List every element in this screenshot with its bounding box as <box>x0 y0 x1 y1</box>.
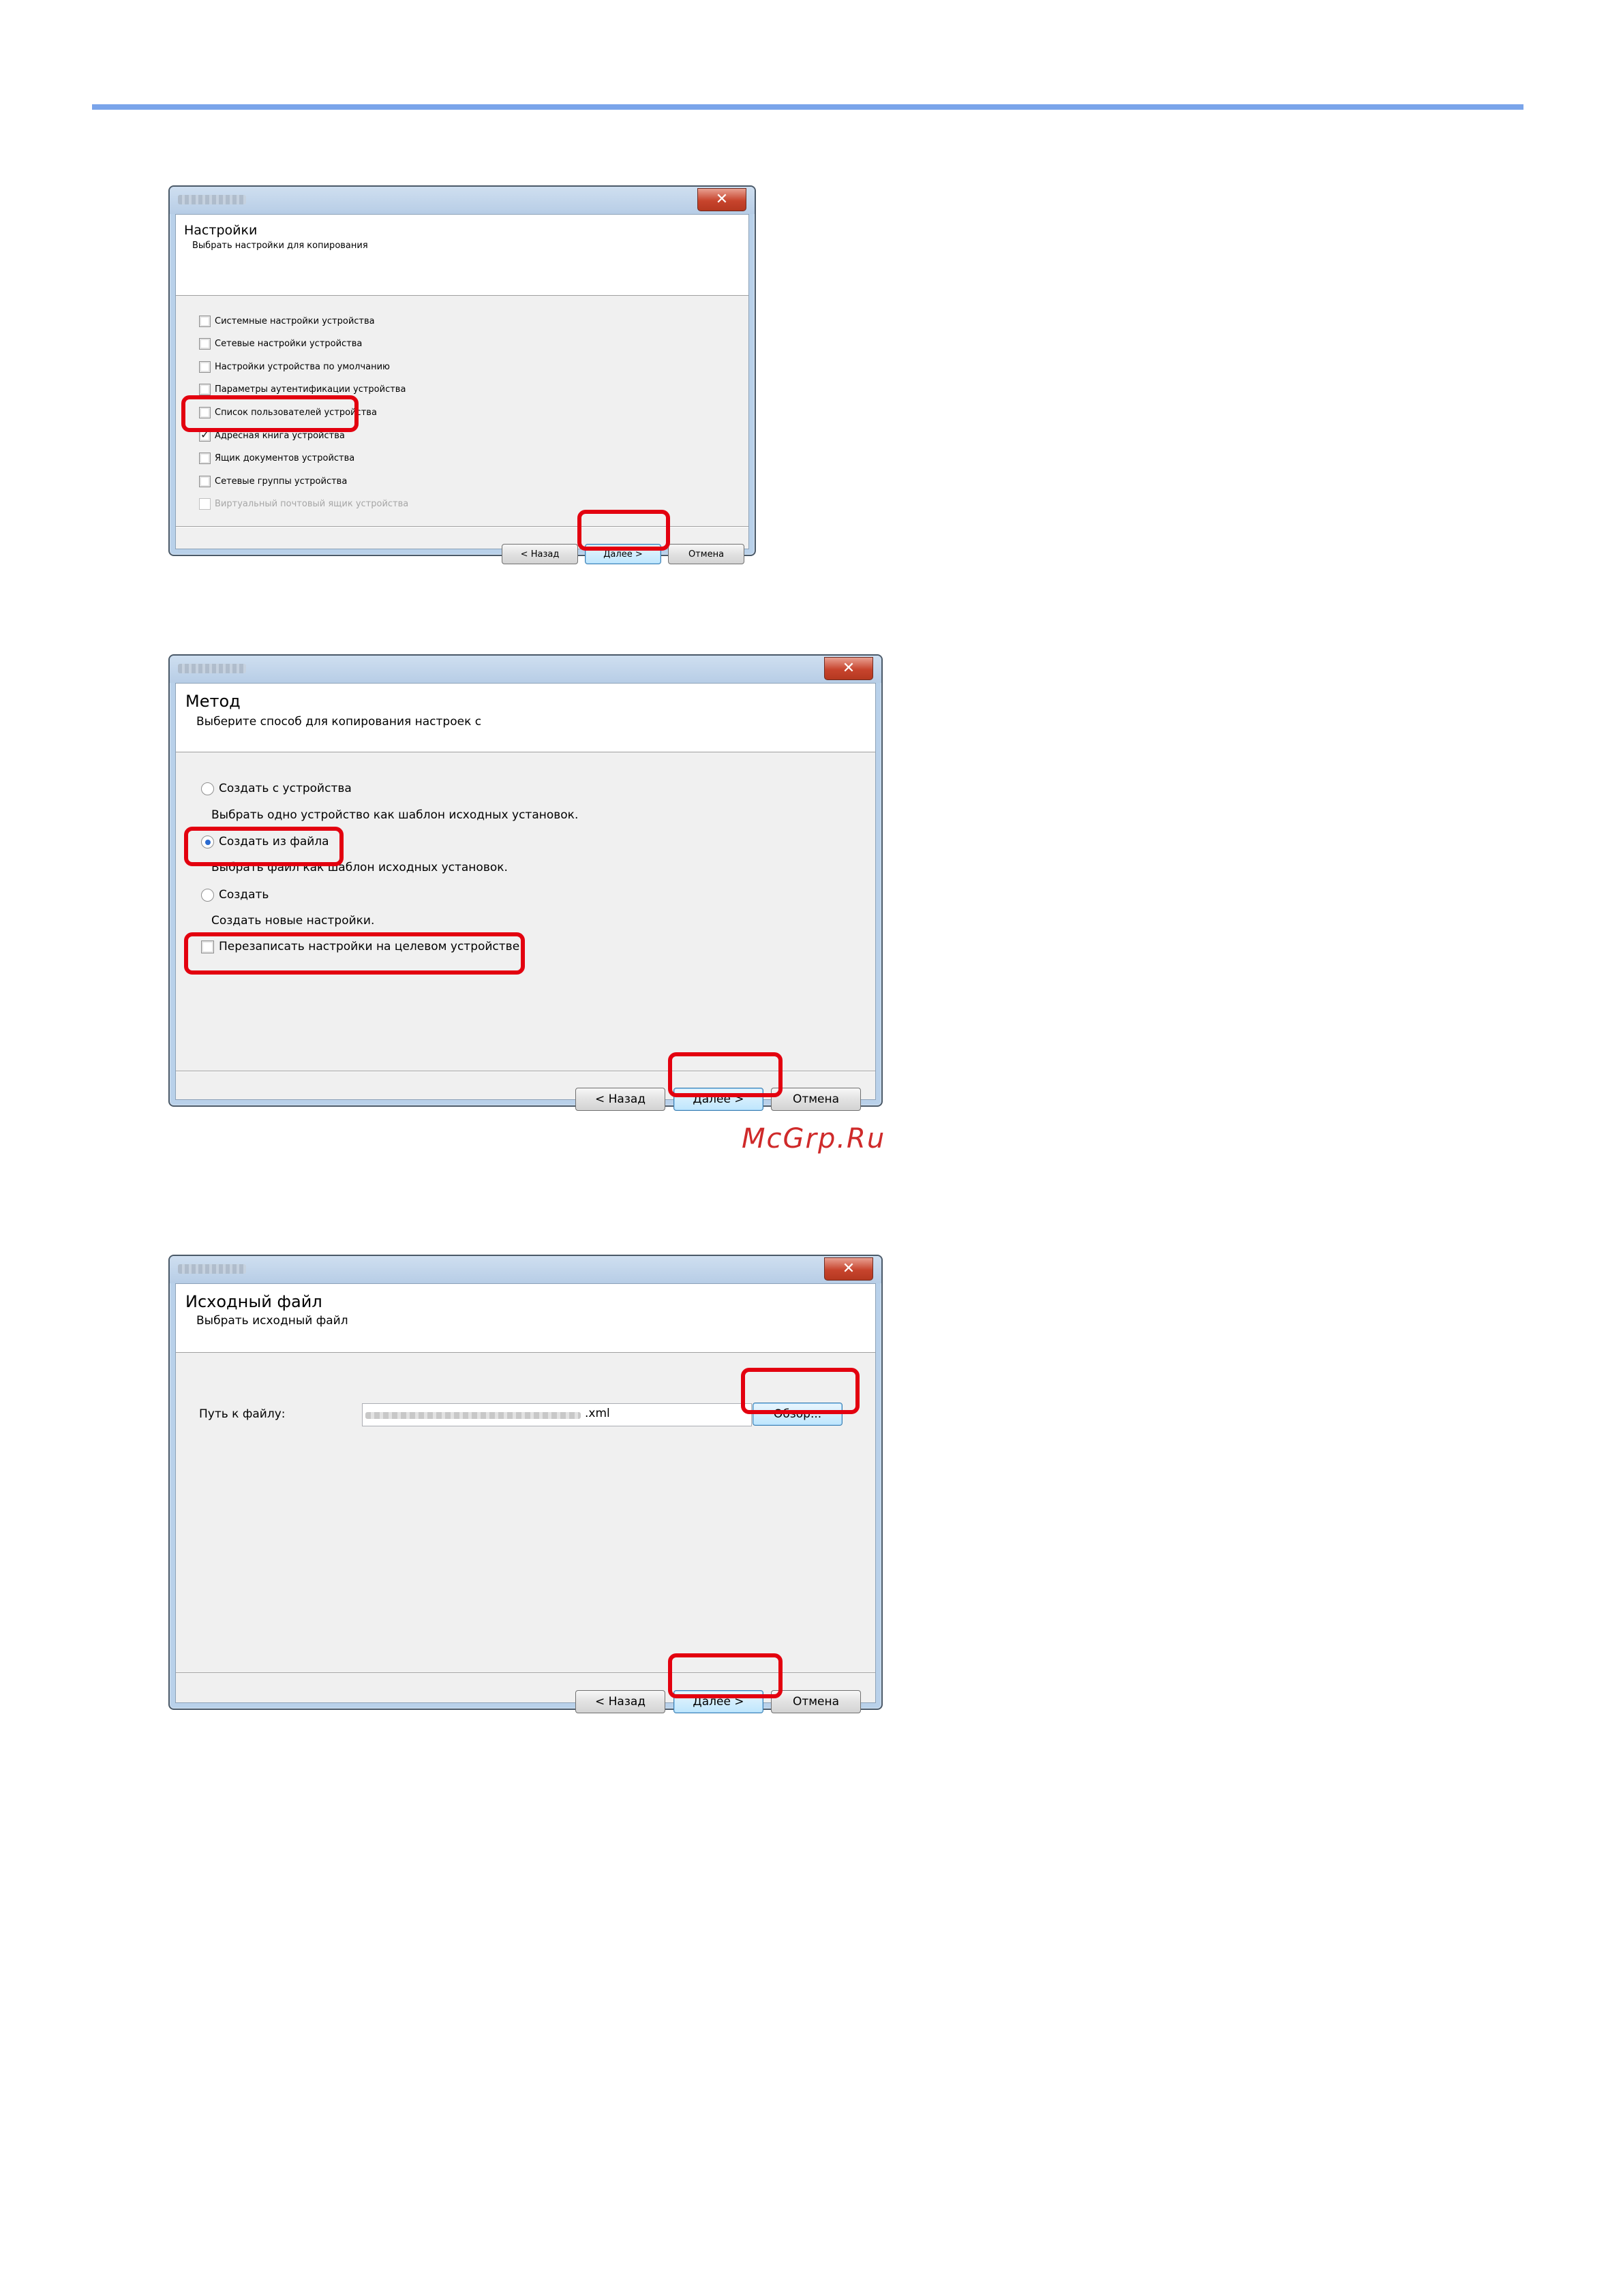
cancel-button[interactable]: Отмена <box>771 1088 861 1111</box>
dialog-subtitle: Выбрать настройки для копирования <box>192 241 368 251</box>
highlight-create-from-file <box>184 827 344 866</box>
close-button[interactable]: ✕ <box>824 657 873 680</box>
option-system-settings[interactable]: Системные настройки устройства <box>199 316 375 327</box>
back-button[interactable]: < Назад <box>575 1690 665 1713</box>
close-icon: ✕ <box>842 660 855 677</box>
option-label: Адресная книга устройства <box>215 431 345 441</box>
cancel-button[interactable]: Отмена <box>771 1690 861 1713</box>
back-button[interactable]: < Назад <box>575 1088 665 1111</box>
top-rule <box>92 104 1523 110</box>
checkbox[interactable] <box>199 361 211 373</box>
option-network-settings[interactable]: Сетевые настройки устройства <box>199 338 362 350</box>
highlight-address-book <box>181 395 359 432</box>
method-dialog: ✕ Метод Выберите способ для копирования … <box>168 654 883 1111</box>
dialog-title: Метод <box>185 692 241 711</box>
option-label: Виртуальный почтовый ящик устройства <box>215 499 409 509</box>
option-document-box[interactable]: Ящик документов устройства <box>199 453 354 464</box>
dialog-body: Метод Выберите способ для копирования на… <box>175 683 876 1111</box>
back-button[interactable]: < Назад <box>502 544 578 564</box>
dialog-subtitle: Выбрать исходный файл <box>196 1314 348 1328</box>
source-file-dialog: ✕ Исходный файл Выбрать исходный файл Пу… <box>168 1255 883 1713</box>
dialog-title: Исходный файл <box>185 1292 322 1311</box>
radio-button[interactable] <box>201 888 214 902</box>
dialog-body: Исходный файл Выбрать исходный файл Путь… <box>175 1283 876 1713</box>
option-label: Ящик документов устройства <box>215 453 355 463</box>
option-label: Сетевые настройки устройства <box>215 339 363 349</box>
window-title-blurred <box>178 664 246 673</box>
option-network-groups[interactable]: Сетевые группы устройства <box>199 476 347 487</box>
file-path-field[interactable]: .xml <box>362 1403 752 1426</box>
highlight-next-button <box>577 510 670 551</box>
title-bar[interactable]: ✕ <box>170 656 881 683</box>
radio-create-from-device[interactable]: Создать с устройства <box>201 782 352 795</box>
dialog-header: Метод Выберите способ для копирования на… <box>176 684 875 752</box>
watermark: McGrp.Ru <box>742 1123 886 1154</box>
title-bar[interactable]: ✕ <box>170 1256 881 1283</box>
option-auth-params[interactable]: Параметры аутентификации устройства <box>199 384 406 395</box>
radio-description: Создать новые настройки. <box>211 914 375 928</box>
checkbox-disabled <box>199 498 211 510</box>
cancel-button[interactable]: Отмена <box>668 544 744 564</box>
close-button[interactable]: ✕ <box>824 1257 873 1281</box>
radio-label: Создать с устройства <box>219 782 352 795</box>
window-title-blurred <box>178 195 246 204</box>
window-title-blurred <box>178 1264 246 1274</box>
highlight-browse-button <box>741 1368 860 1414</box>
file-path-label: Путь к файлу: <box>199 1407 286 1421</box>
file-path-blurred <box>365 1412 581 1419</box>
checkbox[interactable] <box>199 316 211 327</box>
option-label: Параметры аутентификации устройства <box>215 384 406 395</box>
option-label: Системные настройки устройства <box>215 316 375 326</box>
checkbox[interactable] <box>199 338 211 350</box>
option-default-settings[interactable]: Настройки устройства по умолчанию <box>199 361 390 373</box>
radio-description: Выбрать одно устройство как шаблон исход… <box>211 808 579 822</box>
close-icon: ✕ <box>715 191 729 208</box>
dialog-header: Настройки Выбрать настройки для копирова… <box>176 215 748 296</box>
dialog-subtitle: Выберите способ для копирования настроек… <box>196 715 482 729</box>
settings-dialog: ✕ Настройки Выбрать настройки для копиро… <box>168 185 756 564</box>
checkbox[interactable] <box>199 453 211 464</box>
file-path-value: .xml <box>585 1407 610 1420</box>
checkbox[interactable] <box>199 476 211 487</box>
option-label: Сетевые группы устройства <box>215 476 348 487</box>
close-button[interactable]: ✕ <box>697 188 746 211</box>
dialog-title: Настройки <box>184 223 258 238</box>
title-bar[interactable]: ✕ <box>170 187 755 214</box>
radio-button[interactable] <box>201 782 214 795</box>
option-label: Настройки устройства по умолчанию <box>215 362 390 372</box>
dialog-header: Исходный файл Выбрать исходный файл <box>176 1284 875 1353</box>
option-virtual-mailbox: Виртуальный почтовый ящик устройства <box>199 498 408 510</box>
highlight-overwrite-option <box>184 932 525 975</box>
dialog-body: Настройки Выбрать настройки для копирова… <box>175 214 749 564</box>
radio-create-new[interactable]: Создать <box>201 888 269 902</box>
highlight-next-button <box>668 1653 783 1698</box>
highlight-next-button <box>668 1052 783 1097</box>
checkbox[interactable] <box>199 384 211 395</box>
close-icon: ✕ <box>842 1260 855 1277</box>
radio-label: Создать <box>219 888 269 902</box>
